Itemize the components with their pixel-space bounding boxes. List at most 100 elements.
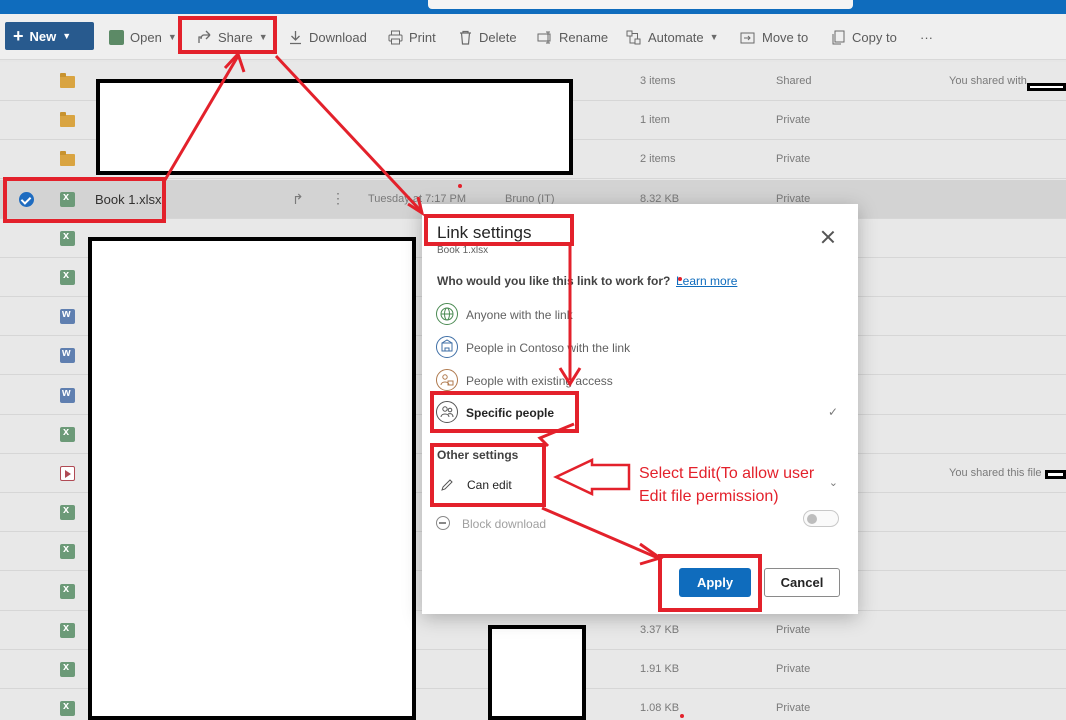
print-icon [388,30,403,44]
video-icon [60,466,75,481]
apply-button[interactable]: Apply [679,568,751,597]
other-settings-heading: Other settings [437,448,519,462]
file-size: 1 item [640,114,670,127]
more-options-button[interactable]: ··· [920,26,933,48]
open-button[interactable]: Open ▼ [109,26,177,48]
redaction-box [96,79,573,175]
block-icon [436,516,450,530]
close-icon[interactable] [820,229,836,245]
automate-button-label: Automate [648,29,704,45]
excel-icon [60,426,75,442]
option-label: People in Contoso with the link [466,341,631,355]
file-name[interactable]: Book 1.xlsx [95,192,161,207]
excel-icon [60,191,75,207]
file-sharing: Shared [776,75,812,87]
file-sharing: Private [776,702,811,715]
people-lock-icon [436,369,458,391]
new-button[interactable]: + New ▼ [5,22,94,50]
file-size: 1.91 KB [640,663,680,675]
app-header-bar [0,0,1066,14]
folder-icon [60,151,75,167]
file-activity: You shared this file [949,467,1042,479]
word-icon [60,387,75,403]
rename-button[interactable]: Rename [537,26,608,48]
checkmark-circle-icon[interactable] [19,191,34,207]
block-download-row: Block download [436,514,840,536]
chevron-down-icon: ▼ [62,31,72,41]
excel-icon [60,583,75,599]
excel-icon [60,700,75,717]
delete-button-label: Delete [479,29,517,45]
copy-to-button[interactable]: Copy to [831,26,897,48]
excel-icon [60,543,75,560]
download-button[interactable]: Download [288,26,367,48]
plus-icon: + [13,26,24,46]
word-icon [60,308,75,325]
file-modified: Tuesday at 7:17 PM [368,192,467,205]
chevron-down-icon: ▼ [258,32,268,42]
learn-more-link[interactable]: Learn more [676,274,737,288]
download-button-label: Download [309,29,367,45]
block-download-toggle[interactable] [803,510,839,527]
block-download-label: Block download [462,517,547,531]
file-size: 3.37 KB [640,623,680,636]
new-button-label: New [29,28,57,44]
file-sharing: Private [776,623,811,636]
cancel-button[interactable]: Cancel [764,568,840,597]
share-button[interactable]: Share ▼ [197,26,268,48]
file-sharing: Private [776,153,811,166]
option-anyone[interactable]: Anyone with the link [436,302,846,330]
dialog-title: Link settings [437,223,532,242]
rename-button-label: Rename [559,29,609,45]
print-button-label: Print [409,29,436,45]
redaction-box [1027,83,1066,91]
share-icon[interactable]: ↱ [292,191,304,208]
excel-icon [109,29,124,45]
share-button-label: Share [218,29,253,45]
annotation-line: Select Edit(To allow user [639,465,815,482]
dialog-subtitle: Book 1.xlsx [437,245,489,256]
automate-button[interactable]: Automate ▼ [626,26,719,48]
rename-icon [537,31,551,43]
option-existing-access[interactable]: People with existing access [436,368,846,396]
copy-icon [832,30,845,44]
building-icon [436,336,458,358]
excel-icon [60,504,75,521]
move-icon [740,32,755,43]
annotation-line: Edit file permission) [639,488,779,505]
redaction-box [488,625,586,720]
file-size: 1.08 KB [640,702,680,715]
excel-icon [60,230,75,246]
automate-icon [626,30,641,44]
link-settings-dialog: Link settings Book 1.xlsx Who would you … [422,204,858,614]
word-icon [60,347,75,364]
file-sharing: Private [776,114,811,127]
option-people-in-org[interactable]: People in Contoso with the link [436,335,846,363]
pencil-icon [441,479,453,491]
globe-icon [436,303,458,325]
excel-icon [60,269,75,285]
share-icon [198,30,211,43]
chevron-down-icon: ▼ [709,32,719,42]
excel-icon [60,661,75,677]
option-label: Anyone with the link [466,308,573,322]
excel-icon [60,622,75,638]
trash-icon [460,30,471,45]
file-modified-by: Bruno (IT) [505,192,555,205]
search-box[interactable] [428,0,853,9]
folder-icon [60,73,75,88]
option-specific-people[interactable]: Specific people ✓ [436,400,846,428]
delete-button[interactable]: Delete [458,26,517,48]
audience-question: Who would you like this link to work for… [437,274,671,288]
redaction-box [1045,470,1066,479]
redaction-box [88,237,416,720]
copy-to-button-label: Copy to [852,29,897,45]
file-size: 3 items [640,75,676,87]
print-button[interactable]: Print [388,26,436,48]
file-activity: You shared with [949,75,1027,87]
move-to-button[interactable]: Move to [740,26,808,48]
move-to-button-label: Move to [762,29,809,45]
file-size: 8.32 KB [640,192,680,205]
more-options-icon[interactable]: ⋮ [331,190,345,207]
more-icon: ··· [920,29,933,45]
